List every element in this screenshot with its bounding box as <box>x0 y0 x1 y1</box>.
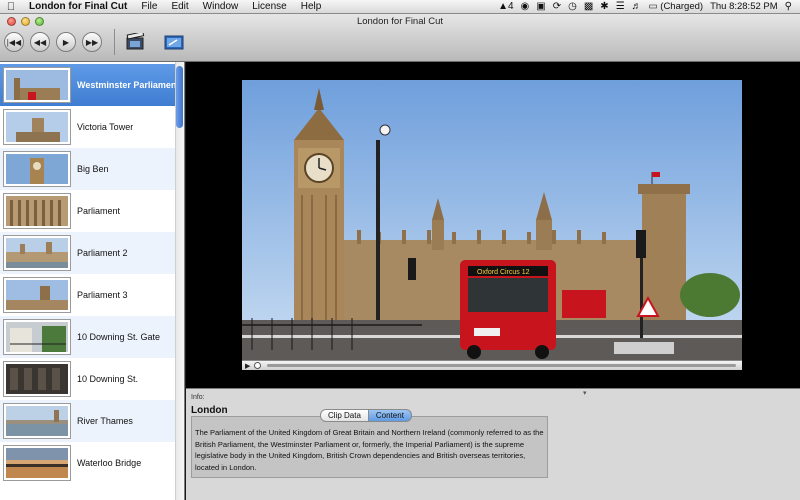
sidebar-scroll-thumb[interactable] <box>176 66 183 128</box>
clip-item-victoria-tower[interactable]: Victoria Tower <box>0 106 176 148</box>
bus-destination-sign: Oxford Circus 12 <box>477 269 530 276</box>
video-frame[interactable]: Oxford Circus 12 <box>242 80 742 360</box>
clip-label: Parliament 3 <box>77 290 128 300</box>
clip-thumbnail <box>4 68 70 102</box>
westminster-video-frame: Oxford Circus 12 <box>242 80 742 360</box>
clip-label: Victoria Tower <box>77 122 134 132</box>
clip-label: Parliament 2 <box>77 248 128 258</box>
menu-help[interactable]: Help <box>294 1 329 12</box>
battery-status[interactable]: ▭ (Charged) <box>649 1 703 12</box>
play-button[interactable]: ▶ <box>56 32 76 52</box>
scrubber-knob[interactable] <box>254 362 262 369</box>
clip-thumbnail <box>4 194 70 228</box>
clip-item-10-downing-st[interactable]: 10 Downing St. <box>0 358 176 400</box>
clip-item-parliament[interactable]: Parliament <box>0 190 176 232</box>
clip-label: River Thames <box>77 416 133 426</box>
export-clip-icon[interactable] <box>125 33 147 51</box>
fast-forward-button[interactable]: ▶▶ <box>82 32 102 52</box>
clip-item-10-downing-st-gate[interactable]: 10 Downing St. Gate <box>0 316 176 358</box>
fast-forward-icon: ▶▶ <box>85 37 99 47</box>
clip-list[interactable]: Westminster Parliament Victoria Tower Bi… <box>0 62 185 500</box>
panel-resize-handle[interactable]: ▾ <box>583 389 587 397</box>
info-panel: ▾ Info: London Clip Data Content The Par… <box>186 388 800 500</box>
clip-thumbnail <box>4 278 70 312</box>
skip-back-button[interactable]: |◀◀ <box>4 32 24 52</box>
playback-scrubber[interactable]: ▶ <box>242 360 742 370</box>
menu-bar:  London for Final Cut File Edit Window … <box>0 0 800 14</box>
clip-label: Waterloo Bridge <box>77 458 142 468</box>
menu-edit[interactable]: Edit <box>164 1 195 12</box>
clock-icon[interactable]: ◷ <box>568 1 577 12</box>
clip-item-parliament-2[interactable]: Parliament 2 <box>0 232 176 274</box>
window-titlebar: London for Final Cut |◀◀ ◀◀ ▶ ▶▶ <box>0 14 800 62</box>
display-icon[interactable]: ▩ <box>584 1 593 12</box>
skip-back-icon: |◀◀ <box>6 37 22 47</box>
clip-label: Parliament <box>77 206 121 216</box>
volume-icon[interactable]: ♬ <box>632 1 642 12</box>
status-area: ▲4 ◉ ▣ ⟳ ◷ ▩ ✱ ☰ ♬ ▭ (Charged) Thu 8:28:… <box>498 1 800 12</box>
clip-thumbnail <box>4 362 70 396</box>
clip-label: Big Ben <box>77 164 109 174</box>
play-icon: ▶ <box>62 37 70 47</box>
clip-item-waterloo-bridge[interactable]: Waterloo Bridge <box>0 442 176 484</box>
rewind-button[interactable]: ◀◀ <box>30 32 50 52</box>
tab-content[interactable]: Content <box>368 409 412 422</box>
app-badge-icon[interactable]: ▣ <box>536 1 545 12</box>
clip-item-westminster-parliament[interactable]: Westminster Parliament <box>0 64 176 106</box>
info-title: London <box>191 405 228 416</box>
menu-license[interactable]: License <box>245 1 293 12</box>
spotlight-icon[interactable]: ⚲ <box>785 1 792 12</box>
adobe-icon[interactable]: ▲4 <box>498 1 513 12</box>
wifi-icon[interactable]: ☰ <box>616 1 625 12</box>
window-title: London for Final Cut <box>356 16 444 27</box>
clock[interactable]: Thu 8:28:52 PM <box>710 1 778 12</box>
toolbar: |◀◀ ◀◀ ▶ ▶▶ <box>4 29 201 55</box>
clip-thumbnail <box>4 320 70 354</box>
clip-item-big-ben[interactable]: Big Ben <box>0 148 176 190</box>
globe-icon[interactable]: ◉ <box>521 1 530 12</box>
battery-label: (Charged) <box>660 1 704 12</box>
apple-menu-icon[interactable]:  <box>0 1 22 13</box>
clip-item-river-thames[interactable]: River Thames <box>0 400 176 442</box>
bluetooth-icon[interactable]: ✱ <box>600 1 608 12</box>
info-label: Info: <box>191 394 205 401</box>
clip-thumbnail <box>4 446 70 480</box>
clip-thumbnail <box>4 236 70 270</box>
menu-file[interactable]: File <box>134 1 164 12</box>
toolbar-divider <box>114 29 115 55</box>
adobe-count: 4 <box>507 1 514 12</box>
info-tabs: Clip Data Content <box>320 409 412 422</box>
clip-item-parliament-3[interactable]: Parliament 3 <box>0 274 176 316</box>
clip-thumbnail <box>4 404 70 438</box>
clip-label: 10 Downing St. Gate <box>77 332 161 342</box>
menu-window[interactable]: Window <box>196 1 246 12</box>
scrubber-track[interactable] <box>267 364 736 367</box>
clip-label: Westminster Parliament <box>77 80 176 90</box>
clip-label: 10 Downing St. <box>77 374 139 384</box>
sidebar-scrollbar[interactable] <box>175 62 184 500</box>
tab-clip-data[interactable]: Clip Data <box>320 409 369 422</box>
menu-app-name[interactable]: London for Final Cut <box>22 1 134 12</box>
clip-thumbnail <box>4 110 70 144</box>
video-viewer: Oxford Circus 12 ▶ <box>186 62 800 388</box>
info-content-text: The Parliament of the United Kingdom of … <box>191 416 548 478</box>
fullscreen-view-icon[interactable] <box>163 33 185 51</box>
rewind-icon: ◀◀ <box>33 37 47 47</box>
scrubber-play-icon[interactable]: ▶ <box>245 362 250 370</box>
sync-icon[interactable]: ⟳ <box>553 1 561 12</box>
clip-thumbnail <box>4 152 70 186</box>
